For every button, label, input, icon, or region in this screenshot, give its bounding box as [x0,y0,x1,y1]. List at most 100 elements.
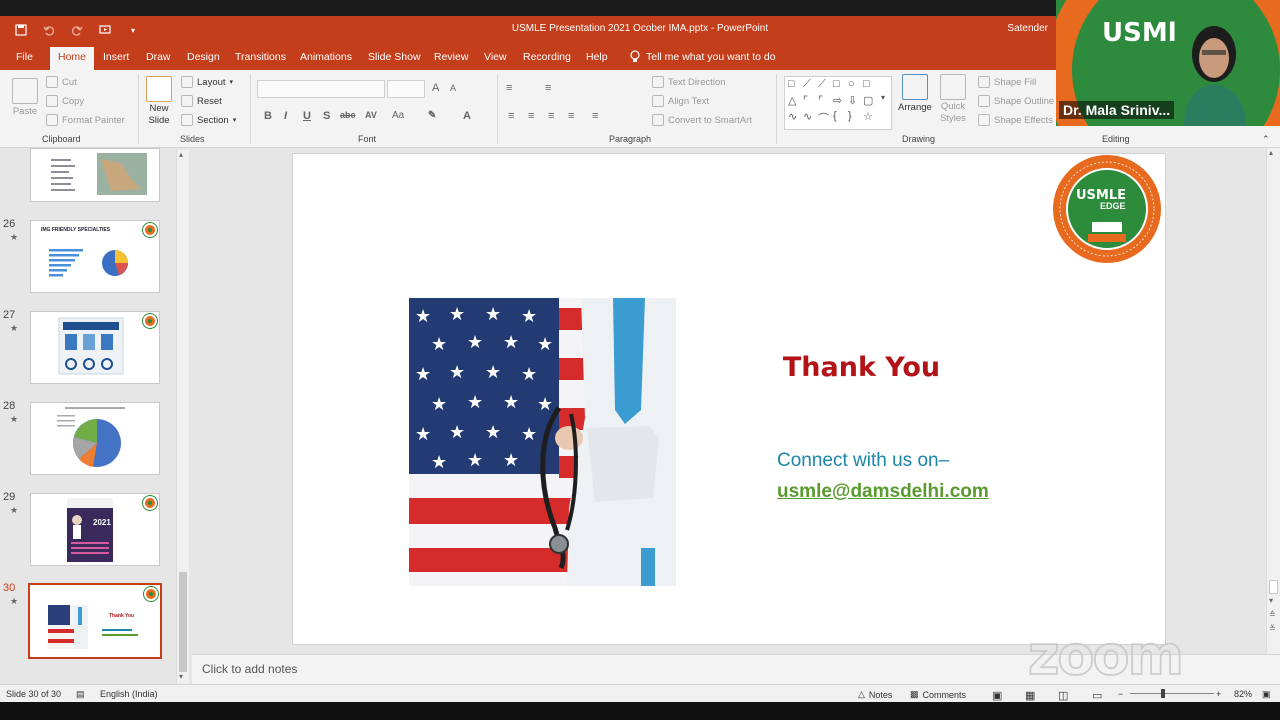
bullets-icon[interactable]: ≡ [506,82,512,94]
decrease-font-icon[interactable]: A [450,83,456,93]
user-name[interactable]: Satender [1007,23,1048,34]
language-indicator[interactable]: English (India) [100,689,158,699]
quick-styles-button[interactable]: Quick Styles [940,74,966,124]
slide-thumbnail-30-selected[interactable]: Thank You [28,583,162,659]
tab-slide-show[interactable]: Slide Show [368,51,421,63]
rectangle-shape-icon[interactable]: □ [863,78,870,90]
underline-icon[interactable]: U [303,110,311,122]
line-shape-icon[interactable]: ⟋ [818,78,826,91]
slideshow-view-icon[interactable]: ▭ [1092,689,1102,702]
arc-shape-icon[interactable]: ⌒ [818,110,829,126]
curve-shape-icon[interactable]: ∿ [803,110,812,123]
align-left-icon[interactable]: ≡ [508,110,514,122]
rectangle-shape-icon[interactable]: □ [833,78,840,90]
thumbnails-scrollbar[interactable]: ▴ ▾ [176,150,189,684]
rectangle-shape-icon[interactable]: □ [788,78,795,90]
scroll-up-icon[interactable]: ▴ [179,150,183,159]
shape-fill-button[interactable]: Shape Fill [978,76,1036,88]
zoom-level[interactable]: 82% [1234,689,1252,699]
arrange-button[interactable]: Arrange [898,74,932,113]
shapes-gallery[interactable]: □ ⟋ ⟋ □ ○ □ △ ⌜ ⌜ ⇨ ⇩ ▢ ∿ ∿ ⌒ { } ☆ ▾ [784,76,892,130]
new-slide-button[interactable]: New Slide [146,76,172,126]
layout-button[interactable]: Layout ▾ [181,76,233,88]
tab-design[interactable]: Design [187,51,220,63]
tab-home[interactable]: Home [50,47,95,70]
zoom-out-icon[interactable]: − [1118,689,1123,699]
slide-sorter-icon[interactable]: ▦ [1025,689,1035,702]
brace-open-shape-icon[interactable]: { [833,110,837,122]
zoom-slider-thumb[interactable] [1161,689,1165,698]
slide-thumbnail-29[interactable]: 2021 [30,493,160,566]
reset-button[interactable]: Reset [181,95,222,107]
next-slide-icon[interactable]: ≚ [1269,624,1276,633]
collapse-ribbon-icon[interactable]: ⌃ [1262,134,1270,145]
zoom-slider[interactable] [1130,693,1214,694]
tab-insert[interactable]: Insert [103,51,129,63]
convert-smartart-button[interactable]: Convert to SmartArt [652,114,752,126]
comments-button[interactable]: ▩ Comments [910,689,966,700]
shadow-icon[interactable]: S [323,110,330,122]
scroll-down-icon[interactable]: ▾ [179,672,183,681]
align-text-button[interactable]: Align Text [652,95,709,107]
bold-icon[interactable]: B [264,110,272,122]
columns-icon[interactable]: ≡ [592,110,598,122]
star-shape-icon[interactable]: ☆ [863,110,873,123]
scroll-down-icon[interactable]: ▾ [1269,596,1273,605]
shape-outline-button[interactable]: Shape Outline [978,95,1054,107]
slide-scrollbar[interactable]: ▴ ▾ ≙ ≚ [1266,148,1280,654]
scroll-up-icon[interactable]: ▴ [1269,148,1273,157]
current-slide[interactable]: ★ ★ ★ ★ ★ ★ ★ ★ ★ ★ ★ ★ ★ ★ ★ ★ ★ ★ ★ ★ ★ ★ ★ [293,154,1165,644]
spell-check-icon[interactable]: ▤ [76,689,85,700]
tab-view[interactable]: View [484,51,507,63]
connector-shape-icon[interactable]: ⌜ [818,94,823,107]
shape-effects-button[interactable]: Shape Effects [978,114,1053,126]
brace-close-shape-icon[interactable]: } [848,110,852,122]
font-size-combo[interactable] [387,80,425,98]
email-link[interactable]: usmle@damsdelhi.com [777,481,989,503]
arrow-right-shape-icon[interactable]: ⇨ [833,94,842,107]
slide-thumbnail-28[interactable] [30,402,160,475]
format-painter-button[interactable]: Format Painter [46,114,125,126]
previous-slide-icon[interactable]: ≙ [1269,610,1276,619]
numbering-icon[interactable]: ≡ [545,82,551,94]
participant-video[interactable]: USMl Dr. Mala Sriniv... [1056,0,1280,126]
slide-thumbnail-27[interactable] [30,311,160,384]
tell-me-search[interactable]: Tell me what you want to do [630,50,776,63]
tab-draw[interactable]: Draw [146,51,171,63]
gallery-more-icon[interactable]: ▾ [881,93,885,102]
connector-shape-icon[interactable]: ⌜ [803,94,808,107]
scrollbar-thumb[interactable] [1269,580,1278,594]
normal-view-icon[interactable]: ▣ [992,689,1002,702]
slide-thumbnail-26[interactable]: IMG FRIENDLY SPECIALTIES [30,220,160,293]
character-spacing-icon[interactable]: AV [365,110,377,120]
reading-view-icon[interactable]: ◫ [1058,689,1068,702]
fit-to-window-icon[interactable]: ▣ [1262,689,1271,700]
cut-button[interactable]: Cut [46,76,77,88]
change-case-icon[interactable]: Aa [392,110,404,121]
curve-shape-icon[interactable]: ∿ [788,110,797,123]
zoom-in-icon[interactable]: + [1216,689,1221,699]
copy-button[interactable]: Copy [46,95,84,107]
paste-button[interactable]: Paste [12,78,38,117]
align-right-icon[interactable]: ≡ [548,110,554,122]
justify-icon[interactable]: ≡ [568,110,574,122]
increase-font-icon[interactable]: A [432,82,439,94]
tab-help[interactable]: Help [586,51,608,63]
tab-recording[interactable]: Recording [523,51,571,63]
font-color-icon[interactable]: A [463,110,471,122]
triangle-shape-icon[interactable]: △ [788,94,796,107]
highlight-icon[interactable]: ✎ [428,110,436,121]
line-shape-icon[interactable]: ⟋ [803,78,811,91]
oval-shape-icon[interactable]: ○ [848,78,855,90]
slide-thumbnail[interactable] [30,148,160,202]
font-name-combo[interactable] [257,80,385,98]
italic-icon[interactable]: I [284,110,287,122]
tab-animations[interactable]: Animations [300,51,352,63]
notes-button[interactable]: △ Notes [858,689,892,700]
strikethrough-icon[interactable]: abc [340,110,356,120]
rounded-rect-shape-icon[interactable]: ▢ [863,94,873,107]
tab-transitions[interactable]: Transitions [235,51,286,63]
section-button[interactable]: Section ▾ [181,114,236,126]
scrollbar-thumb[interactable] [179,572,187,672]
arrow-down-shape-icon[interactable]: ⇩ [848,94,857,107]
